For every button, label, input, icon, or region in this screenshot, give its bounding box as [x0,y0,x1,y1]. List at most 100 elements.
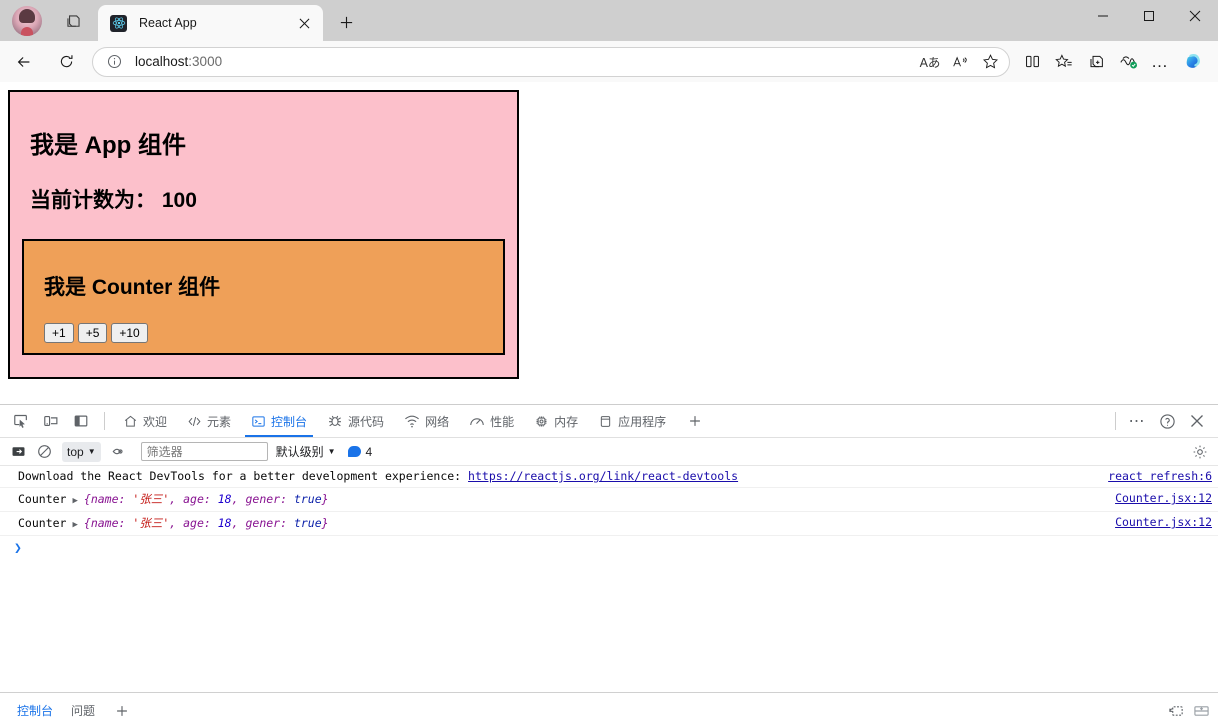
console-prompt[interactable]: ❯ [0,536,1218,560]
object-open-brace: { [84,492,91,506]
collections-icon[interactable] [1080,46,1112,78]
increment-by-5-button[interactable]: +5 [78,323,108,343]
context-label: top [67,445,84,459]
devtools-tab-label: 内存 [554,413,578,430]
context-selector[interactable]: top ▼ [62,442,101,462]
log-label: Counter [18,492,66,506]
inspect-element-icon[interactable] [8,408,34,434]
browser-essentials-icon[interactable] [1112,46,1144,78]
devtools-tab-elements[interactable]: 元素 [177,405,241,437]
devtools-tab-label: 应用程序 [618,413,666,430]
log-link[interactable]: https://reactjs.org/link/react-devtools [468,469,738,483]
profile-avatar[interactable] [12,6,42,36]
expand-triangle-icon[interactable]: ▶ [72,496,77,506]
refresh-icon[interactable] [50,46,82,78]
increment-by-1-button[interactable]: +1 [44,323,74,343]
maximize-button[interactable] [1126,0,1172,32]
tab-title: React App [139,16,293,30]
object-key: age: [183,516,211,530]
no-entry-icon[interactable] [32,440,56,464]
drawer-add-tab-button[interactable] [110,699,134,723]
bug-icon [327,413,343,429]
tab-actions-icon[interactable] [58,6,88,36]
devtools-help-icon[interactable] [1154,408,1180,434]
console-log-row[interactable]: Counter▶{name: '张三', age: 18, gener: tru… [0,512,1218,536]
gauge-icon [469,414,485,429]
object-key: gener: [245,492,287,506]
dock-side-icon[interactable] [68,408,94,434]
browser-window: React App [0,0,1218,728]
counter-title: 我是 Counter 组件 [44,271,491,301]
react-logo-icon [110,15,127,32]
devtools-drawer-tabbar: 控制台 问题 [0,692,1218,728]
code-icon [187,414,202,429]
immersive-reader-icon[interactable] [945,49,975,75]
chevron-down-icon: ▼ [328,447,336,456]
url-port: :3000 [188,54,222,69]
object-close-brace: } [322,492,329,506]
devtools-tab-application[interactable]: 应用程序 [588,405,676,437]
devtools-tab-label: 网络 [425,413,449,430]
log-label: Counter [18,516,66,530]
devtools-tab-memory[interactable]: 内存 [524,405,588,437]
home-icon [123,414,138,429]
tab-close-icon[interactable] [293,12,315,34]
copilot-icon[interactable] [1180,49,1206,75]
url-text: localhost:3000 [135,54,915,69]
devtools-tab-console[interactable]: 控制台 [241,405,317,437]
console-settings-gear-icon[interactable] [1188,440,1212,464]
devtools-tab-sources[interactable]: 源代码 [317,405,394,437]
browser-tab[interactable]: React App [98,5,323,41]
clear-console-icon[interactable] [6,440,30,464]
close-button[interactable] [1172,0,1218,32]
device-toolbar-icon[interactable] [38,408,64,434]
more-panels-button[interactable] [682,408,708,434]
minimize-button[interactable] [1080,0,1126,32]
console-log-row[interactable]: Download the React DevTools for a better… [0,466,1218,488]
console-messages: Download the React DevTools for a better… [0,466,1218,692]
log-source-link[interactable]: Counter.jsx:12 [1103,515,1212,529]
devtools-tab-label: 控制台 [271,413,307,430]
site-info-icon[interactable] [103,51,125,73]
increment-by-10-button[interactable]: +10 [111,323,147,343]
expand-triangle-icon[interactable]: ▶ [72,520,77,530]
read-aloud-icon[interactable]: Aあ [915,49,945,75]
devtools-tab-welcome[interactable]: 欢迎 [113,405,177,437]
split-screen-icon[interactable] [1016,46,1048,78]
speech-bubble-icon [348,446,361,457]
address-bar[interactable]: localhost:3000 Aあ [92,47,1010,77]
devtools-tabbar: 欢迎 元素 控制台 [0,405,1218,438]
console-filter-input[interactable] [141,442,268,461]
animations-icon[interactable] [1193,703,1210,719]
log-object: {name: '张三', age: 18, gener: true} [84,492,329,506]
devtools-tabbar-right: ⋯ [1109,408,1218,434]
log-level-selector[interactable]: 默认级别 ▼ [276,443,336,460]
app-title: 我是 App 组件 [30,125,505,160]
devtools-tab-performance[interactable]: 性能 [459,405,524,437]
drawer-tab-console[interactable]: 控制台 [8,699,62,722]
devtools-tab-network[interactable]: 网络 [394,405,459,437]
new-tab-button[interactable] [331,7,361,37]
devtools-close-icon[interactable] [1184,408,1210,434]
object-key: name: [91,492,126,506]
back-arrow-icon[interactable] [8,46,40,78]
database-icon [598,414,613,429]
page-viewport: 我是 App 组件 当前计数为： 100 我是 Counter 组件 +1 +5… [0,82,1218,404]
log-source-link[interactable]: Counter.jsx:12 [1103,491,1212,505]
drawer-tab-issues[interactable]: 问题 [62,699,104,722]
devtools-more-icon[interactable]: ⋯ [1124,408,1150,434]
drawer-right-icons [1168,703,1210,719]
favorite-star-icon[interactable] [975,49,1005,75]
console-filter-bar: top ▼ 默认级别 ▼ 4 [0,438,1218,466]
log-message: Counter ▶ {name: '张三', age: 18, gener: tru… [18,491,1103,507]
devtools-tab-label: 源代码 [348,413,384,430]
network-conditions-icon[interactable] [1168,703,1185,719]
more-settings-icon[interactable]: … [1144,46,1176,78]
object-close-brace: } [322,516,329,530]
devtools-tab-label: 元素 [207,413,231,430]
console-log-row[interactable]: Counter ▶ {name: '张三', age: 18, gener: tru… [0,488,1218,512]
live-expression-icon[interactable] [109,440,133,464]
object-open-brace: { [84,516,91,530]
favorites-list-icon[interactable] [1048,46,1080,78]
log-source-link[interactable]: react refresh:6 [1096,469,1212,483]
